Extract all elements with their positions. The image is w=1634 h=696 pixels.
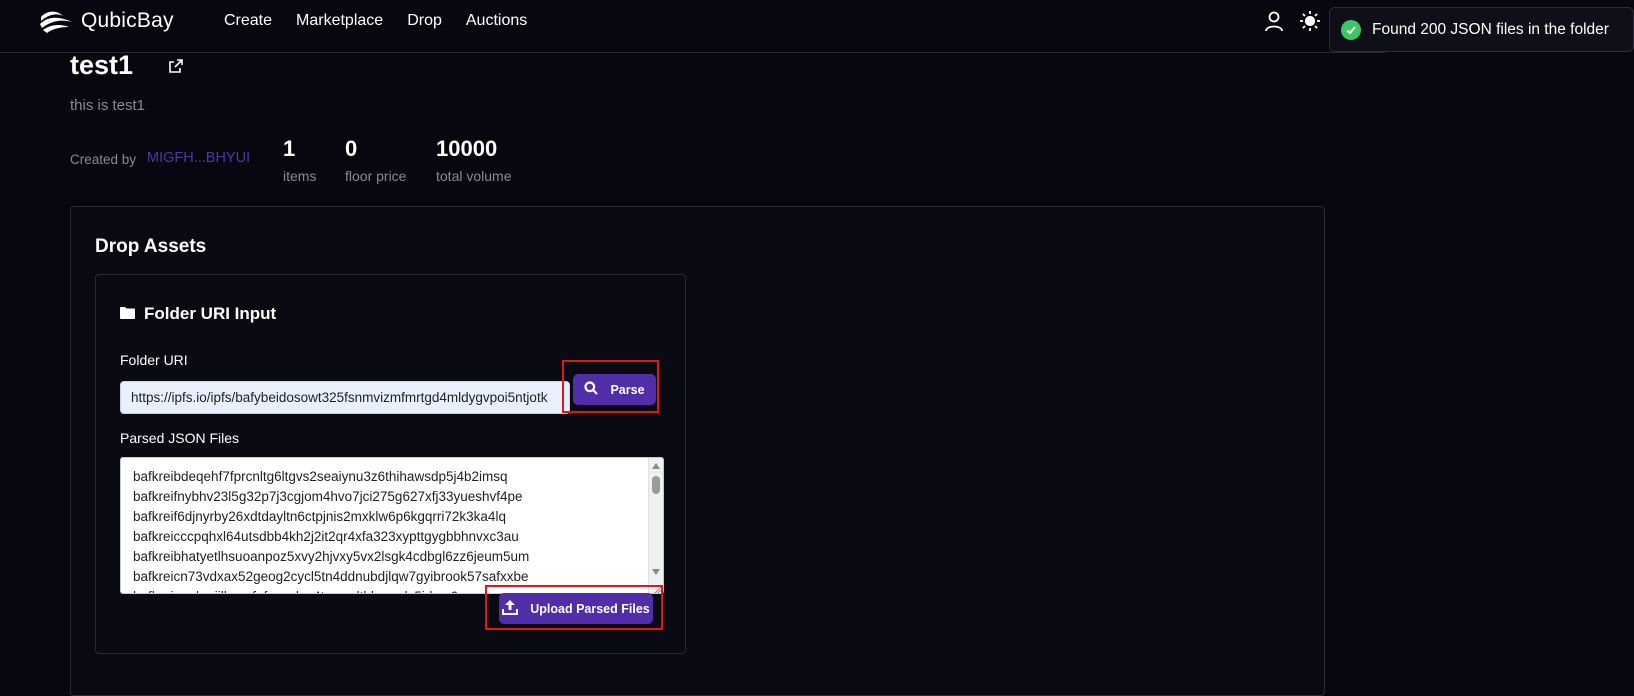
created-by-label: Created by bbox=[70, 152, 137, 167]
stat-total-volume: 10000 total volume bbox=[436, 136, 511, 184]
folder-icon bbox=[120, 304, 144, 324]
folder-uri-label: Folder URI bbox=[120, 352, 188, 368]
panel-title-text: Folder URI Input bbox=[144, 304, 277, 323]
list-item: bafkreibhatyetlhsuoanpoz5xvy2hjvxy5vx2ls… bbox=[133, 549, 530, 564]
parse-button[interactable]: Parse bbox=[573, 374, 656, 405]
nav-drop[interactable]: Drop bbox=[407, 12, 442, 30]
drop-assets-title: Drop Assets bbox=[95, 236, 207, 257]
parsed-json-label: Parsed JSON Files bbox=[120, 430, 240, 446]
parse-button-label: Parse bbox=[610, 382, 645, 397]
creator-address-link[interactable]: MIGFH...BHYUI bbox=[147, 150, 250, 166]
success-toast[interactable]: Found 200 JSON files in the folder bbox=[1329, 7, 1634, 52]
upload-icon bbox=[502, 599, 530, 618]
scroll-down-arrow-icon[interactable] bbox=[652, 569, 660, 575]
nav-marketplace[interactable]: Marketplace bbox=[296, 12, 383, 30]
nav-links: Create Marketplace Drop Auctions bbox=[224, 12, 551, 30]
list-item: bafkreiaqnkruijlbcsqfqfxqqyloc4tyqyydtld… bbox=[133, 587, 529, 593]
list-item: bafkreicccpqhxl64utsdbb4kh2j2it2qr4xfa32… bbox=[133, 529, 519, 544]
stat-value: 0 bbox=[345, 136, 358, 161]
wave-logo-icon bbox=[39, 8, 73, 34]
stat-items: 1 items bbox=[283, 136, 316, 184]
toast-message: Found 200 JSON files in the folder bbox=[1372, 20, 1609, 38]
user-icon[interactable] bbox=[1263, 10, 1285, 32]
vertical-scrollbar[interactable] bbox=[648, 458, 663, 593]
list-item: bafkreifnybhv23l5g32p7j3cgjom4hvo7jci275… bbox=[133, 489, 523, 504]
collection-title: test1 bbox=[70, 50, 134, 80]
upload-parsed-files-button[interactable]: Upload Parsed Files bbox=[499, 593, 653, 624]
brand-logo[interactable]: QubicBay bbox=[39, 8, 174, 34]
nav-create[interactable]: Create bbox=[224, 12, 272, 30]
stat-floor-price: 0 floor price bbox=[345, 136, 406, 184]
scroll-thumb[interactable] bbox=[652, 476, 660, 494]
stat-value: 1 bbox=[283, 136, 296, 161]
parsed-json-list: bafkreibdeqehf7fprcnltg6ltgvs2seaiynu3z6… bbox=[133, 467, 530, 593]
folder-uri-panel-title: Folder URI Input bbox=[120, 304, 276, 324]
upload-button-label: Upload Parsed Files bbox=[530, 601, 650, 616]
list-item: bafkreif6djnyrby26xdtdayltn6ctpjnis2mxkl… bbox=[133, 509, 506, 524]
stat-label: floor price bbox=[345, 168, 407, 184]
nav-icons bbox=[1263, 10, 1321, 32]
collection-description: this is test1 bbox=[70, 97, 146, 114]
search-icon bbox=[584, 381, 610, 398]
scroll-up-arrow-icon[interactable] bbox=[652, 463, 660, 469]
stat-value: 10000 bbox=[436, 136, 498, 161]
brand-name: QubicBay bbox=[81, 9, 174, 32]
list-item: bafkreicn73vdxax52geog2cycl5tn4ddnubdjlq… bbox=[133, 569, 529, 584]
top-navbar: QubicBay Create Marketplace Drop Auction… bbox=[0, 0, 1385, 53]
nav-auctions[interactable]: Auctions bbox=[466, 12, 527, 30]
folder-uri-input[interactable] bbox=[120, 381, 570, 414]
theme-toggle-icon[interactable] bbox=[1299, 10, 1321, 32]
external-link-icon[interactable] bbox=[168, 58, 184, 74]
stat-label: total volume bbox=[436, 168, 512, 184]
check-circle-icon bbox=[1341, 19, 1361, 40]
list-item: bafkreibdeqehf7fprcnltg6ltgvs2seaiynu3z6… bbox=[133, 469, 508, 484]
stat-label: items bbox=[283, 168, 317, 184]
parsed-json-textarea[interactable]: bafkreibdeqehf7fprcnltg6ltgvs2seaiynu3z6… bbox=[120, 457, 664, 594]
